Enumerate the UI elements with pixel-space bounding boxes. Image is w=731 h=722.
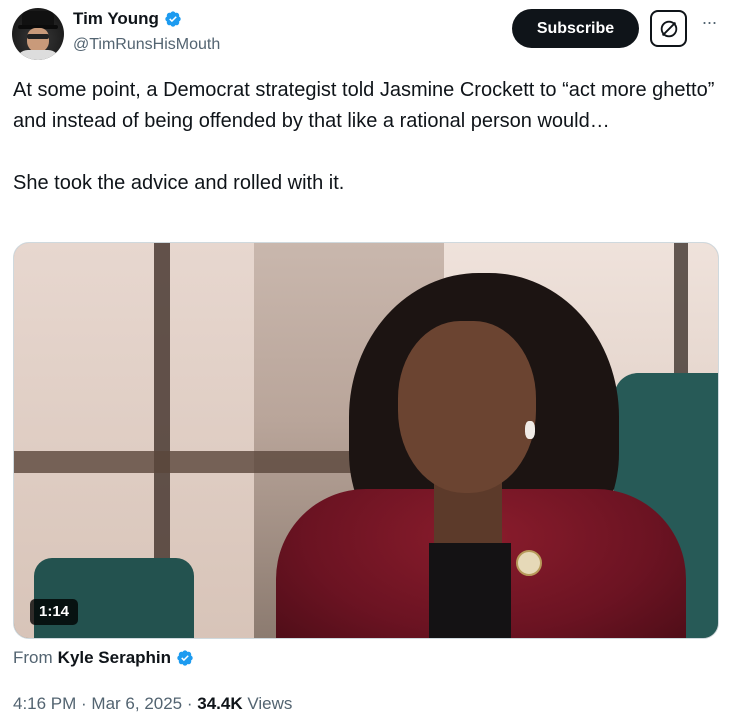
avatar-shirt [16,50,60,60]
tweet-text-paragraph-2: She took the advice and rolled with it. [13,172,345,194]
avatar-glasses [27,34,49,39]
subscribe-button[interactable]: Subscribe [512,9,639,48]
grok-button[interactable] [650,10,687,47]
video-person-pin [516,550,542,576]
verified-badge-icon [165,11,181,27]
tweet-text-paragraph-1: At some point, a Democrat strategist tol… [13,79,715,132]
avatar[interactable] [12,8,64,60]
verified-badge-icon [177,650,193,666]
meta-separator: · [182,694,198,713]
video-person-face [398,321,536,493]
tweet-time-link[interactable]: 4:16 PM [13,694,76,713]
author-display-name[interactable]: Tim Young [73,9,159,29]
video-person-earring [525,421,535,439]
video-person-top [429,543,511,638]
video-duration-badge: 1:14 [30,599,79,625]
tweet-meta: 4:16 PM · Mar 6, 2025 · 34.4K Views [13,694,292,714]
tweet-date-link[interactable]: Mar 6, 2025 [91,694,182,713]
views-count: 34.4K [197,694,243,713]
tweet-text: At some point, a Democrat strategist tol… [13,75,719,199]
author-handle[interactable]: @TimRunsHisMouth [73,36,220,54]
video-attribution: From Kyle Seraphin [13,648,194,668]
grok-icon [660,20,677,37]
more-options-button[interactable]: ··· [696,12,722,42]
tweet: Tim Young @TimRunsHisMouth Subscribe ···… [0,0,731,722]
video-player[interactable]: 1:14 [13,242,719,639]
views-label: Views [242,694,293,713]
meta-separator: · [76,694,92,713]
avatar-face [27,28,49,52]
author-name-row[interactable]: Tim Young [73,9,182,29]
attribution-name-link[interactable]: Kyle Seraphin [58,648,171,668]
attribution-prefix: From [13,648,53,667]
